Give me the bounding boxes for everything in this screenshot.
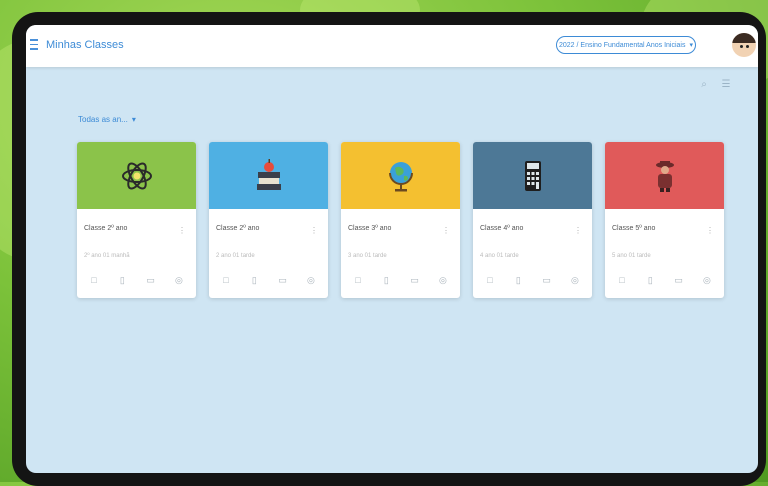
lock-icon[interactable]: ◎ [438, 275, 448, 285]
page-title: Minhas Classes [46, 39, 124, 51]
card-actions: □ ▯ ▭ ◎ [221, 275, 316, 285]
avatar[interactable] [732, 33, 756, 57]
class-card-list: Classe 2º ano ⋮ 2º ano 01 manhã □ ▯ ▭ ◎ [77, 142, 724, 298]
class-name: Classe 3º ano [348, 225, 392, 232]
calculator-icon [524, 160, 541, 191]
lock-icon[interactable]: ◎ [570, 275, 580, 285]
class-card[interactable]: Classe 2º ano ⋮ 2º ano 01 manhã □ ▯ ▭ ◎ [77, 142, 196, 298]
class-year-select[interactable]: 2022 / Ensino Fundamental Anos Iniciais … [556, 36, 696, 54]
class-meta: 2 ano 01 tarde [216, 253, 255, 259]
lock-icon[interactable]: ◎ [174, 275, 184, 285]
year-filter-dropdown[interactable]: Todas as an... ▾ [78, 115, 136, 124]
card-banner [473, 142, 592, 209]
lock-icon[interactable]: ◎ [702, 275, 712, 285]
class-year-select-value: 2022 / Ensino Fundamental Anos Iniciais [559, 41, 686, 49]
chevron-down-icon: ▾ [689, 42, 693, 49]
card-actions: □ ▯ ▭ ◎ [353, 275, 448, 285]
class-meta: 3 ano 01 tarde [348, 253, 387, 259]
board-icon[interactable]: ▭ [146, 275, 156, 285]
more-options-icon[interactable]: ⋮ [442, 226, 450, 235]
atom-icon [121, 162, 152, 189]
books-apple-icon [256, 158, 281, 190]
lock-icon[interactable]: ◎ [306, 275, 316, 285]
tablet-frame: Minhas Classes 2022 / Ensino Fundamental… [12, 12, 766, 486]
card-banner [77, 142, 196, 209]
app-screen: Minhas Classes 2022 / Ensino Fundamental… [26, 25, 758, 473]
document-icon[interactable]: ▯ [513, 275, 523, 285]
class-name: Classe 2º ano [216, 225, 260, 232]
card-actions: □ ▯ ▭ ◎ [485, 275, 580, 285]
copy-icon[interactable]: □ [221, 275, 231, 285]
class-name: Classe 2º ano [84, 225, 128, 232]
explorer-icon [655, 160, 674, 192]
class-name: Classe 4º ano [480, 225, 524, 232]
search-icon[interactable]: ⌕ [698, 79, 710, 91]
more-options-icon[interactable]: ⋮ [310, 226, 318, 235]
board-icon[interactable]: ▭ [278, 275, 288, 285]
more-options-icon[interactable]: ⋮ [574, 226, 582, 235]
document-icon[interactable]: ▯ [249, 275, 259, 285]
document-icon[interactable]: ▯ [381, 275, 391, 285]
class-name: Classe 5º ano [612, 225, 656, 232]
class-card[interactable]: Classe 4º ano ⋮ 4 ano 01 tarde □ ▯ ▭ ◎ [473, 142, 592, 298]
document-icon[interactable]: ▯ [117, 275, 127, 285]
class-meta: 4 ano 01 tarde [480, 253, 519, 259]
card-banner [605, 142, 724, 209]
class-card[interactable]: Classe 2º ano ⋮ 2 ano 01 tarde □ ▯ ▭ ◎ [209, 142, 328, 298]
menu-icon[interactable] [30, 39, 38, 51]
list-view-icon[interactable]: ☰ [720, 79, 732, 91]
document-icon[interactable]: ▯ [645, 275, 655, 285]
copy-icon[interactable]: □ [485, 275, 495, 285]
board-icon[interactable]: ▭ [410, 275, 420, 285]
more-options-icon[interactable]: ⋮ [178, 226, 186, 235]
board-icon[interactable]: ▭ [542, 275, 552, 285]
card-actions: □ ▯ ▭ ◎ [89, 275, 184, 285]
copy-icon[interactable]: □ [353, 275, 363, 285]
class-card[interactable]: Classe 3º ano ⋮ 3 ano 01 tarde □ ▯ ▭ ◎ [341, 142, 460, 298]
app-bar: Minhas Classes 2022 / Ensino Fundamental… [26, 25, 758, 67]
copy-icon[interactable]: □ [89, 275, 99, 285]
board-icon[interactable]: ▭ [674, 275, 684, 285]
card-banner [209, 142, 328, 209]
class-meta: 5 ano 01 tarde [612, 253, 651, 259]
view-toolbar: ⌕ ☰ [698, 79, 732, 91]
chevron-down-icon: ▾ [131, 115, 136, 124]
class-card[interactable]: Classe 5º ano ⋮ 5 ano 01 tarde □ ▯ ▭ ◎ [605, 142, 724, 298]
card-banner [341, 142, 460, 209]
more-options-icon[interactable]: ⋮ [706, 226, 714, 235]
class-meta: 2º ano 01 manhã [84, 253, 130, 259]
globe-icon [388, 161, 413, 191]
card-actions: □ ▯ ▭ ◎ [617, 275, 712, 285]
year-filter-label: Todas as an... [78, 115, 128, 124]
copy-icon[interactable]: □ [617, 275, 627, 285]
